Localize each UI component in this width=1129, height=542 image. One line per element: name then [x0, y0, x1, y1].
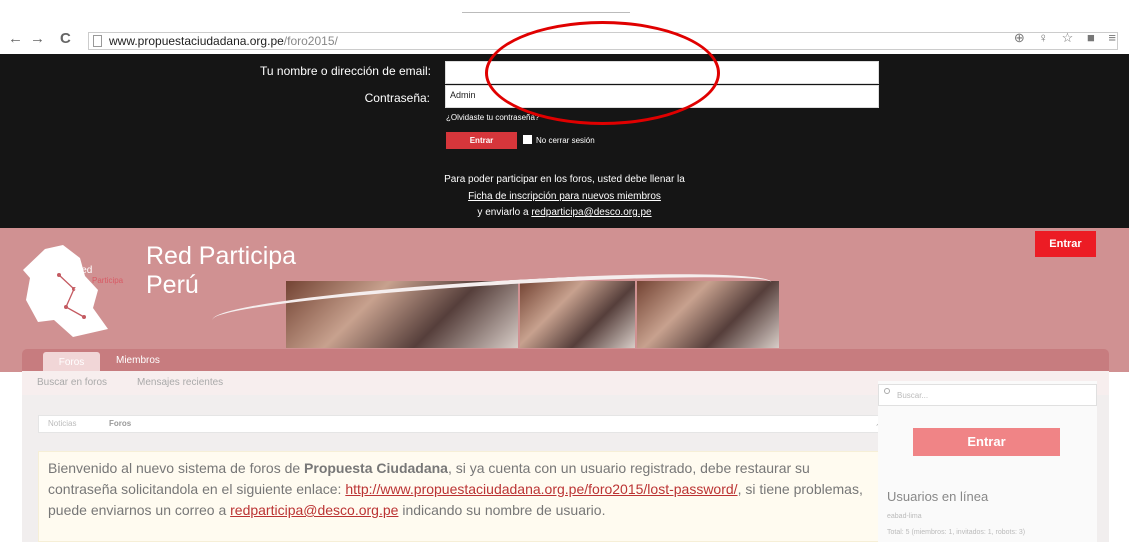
navigation-row: ← → C www.propuestaciudadana.org.pe/foro…: [0, 30, 1129, 52]
registration-form-link[interactable]: Ficha de inscripción para nuevos miembro…: [468, 191, 661, 202]
url-host: www.propuestaciudadana.org.pe: [109, 34, 284, 48]
recent-messages-link[interactable]: Mensajes recientes: [137, 377, 223, 388]
tab-members[interactable]: Miembros: [116, 355, 160, 366]
search-forums-link[interactable]: Buscar en foros: [37, 377, 107, 388]
forgot-password-link[interactable]: ¿Olvidaste tu contraseña?: [446, 113, 539, 122]
remember-label: No cerrar sesión: [536, 136, 595, 145]
online-users-total: Total: 5 (miembros: 1, invitados: 1, rob…: [887, 529, 1026, 536]
breadcrumb-forums[interactable]: Foros: [109, 419, 131, 428]
browser-actions-icons[interactable]: ⊕ ♀ ☆ ■ ≡: [1014, 30, 1121, 46]
address-bar[interactable]: www.propuestaciudadana.org.pe/foro2015/: [88, 32, 1118, 50]
forward-icon[interactable]: →: [30, 30, 45, 47]
logo-red-text: Red: [74, 265, 93, 276]
breadcrumb-news[interactable]: Noticias: [48, 419, 76, 428]
logo-participa-text: Participa: [92, 276, 124, 285]
reload-icon[interactable]: C: [60, 30, 71, 47]
site-title-line-2: Perú: [146, 271, 199, 299]
online-users-title: Usuarios en línea: [887, 489, 989, 504]
sidebar-login-button[interactable]: Entrar: [913, 428, 1060, 456]
browser-tab-outline: [462, 12, 630, 20]
registration-notice: Para poder participar en los foros, uste…: [444, 174, 685, 185]
back-icon[interactable]: ←: [8, 30, 23, 47]
email-field[interactable]: [445, 61, 879, 84]
password-label: Contraseña:: [364, 91, 430, 105]
remember-checkbox[interactable]: [523, 135, 532, 144]
online-user-name[interactable]: eabad-lima: [887, 513, 922, 520]
notice-email-link[interactable]: redparticipa@desco.org.pe: [531, 207, 651, 218]
login-submit-button[interactable]: Entrar: [446, 132, 517, 149]
welcome-text-4: indicando su nombre de usuario.: [398, 502, 606, 518]
password-reset-link[interactable]: http://www.propuestaciudadana.org.pe/for…: [345, 481, 737, 497]
notice-send-text: y enviarlo a: [477, 207, 532, 218]
url-path: /foro2015/: [283, 34, 338, 48]
main-navigation: [22, 349, 1109, 372]
sidebar: Buscar... Entrar Usuarios en línea eabad…: [878, 381, 1097, 542]
browser-toolbar: ← → C www.propuestaciudadana.org.pe/foro…: [0, 0, 1129, 54]
site-header: Red Participa Perú Red Participa Perú Ent…: [0, 228, 1129, 372]
welcome-notice: Bienvenido al nuevo sistema de foros de …: [38, 451, 888, 542]
login-panel: Tu nombre o dirección de email: Contrase…: [0, 54, 1129, 228]
header-login-button[interactable]: Entrar: [1035, 231, 1096, 257]
page-icon: [93, 35, 102, 47]
welcome-email-link[interactable]: redparticipa@desco.org.pe: [230, 502, 398, 518]
site-title-line-1: Red Participa: [146, 242, 297, 270]
email-label: Tu nombre o dirección de email:: [260, 64, 431, 78]
sidebar-search-input[interactable]: Buscar...: [878, 384, 1097, 406]
tab-forums[interactable]: Foros: [43, 352, 100, 372]
password-field[interactable]: Admin: [445, 85, 879, 108]
logo-peru-text: Perú: [74, 287, 96, 298]
search-icon: [884, 388, 890, 394]
site-title: Red Participa Perú: [146, 242, 296, 300]
welcome-text-1: Bienvenido al nuevo sistema de foros de: [48, 460, 305, 476]
breadcrumb: Noticias Foros ↗: [38, 415, 888, 433]
welcome-brand: Propuesta Ciudadana: [304, 460, 448, 476]
